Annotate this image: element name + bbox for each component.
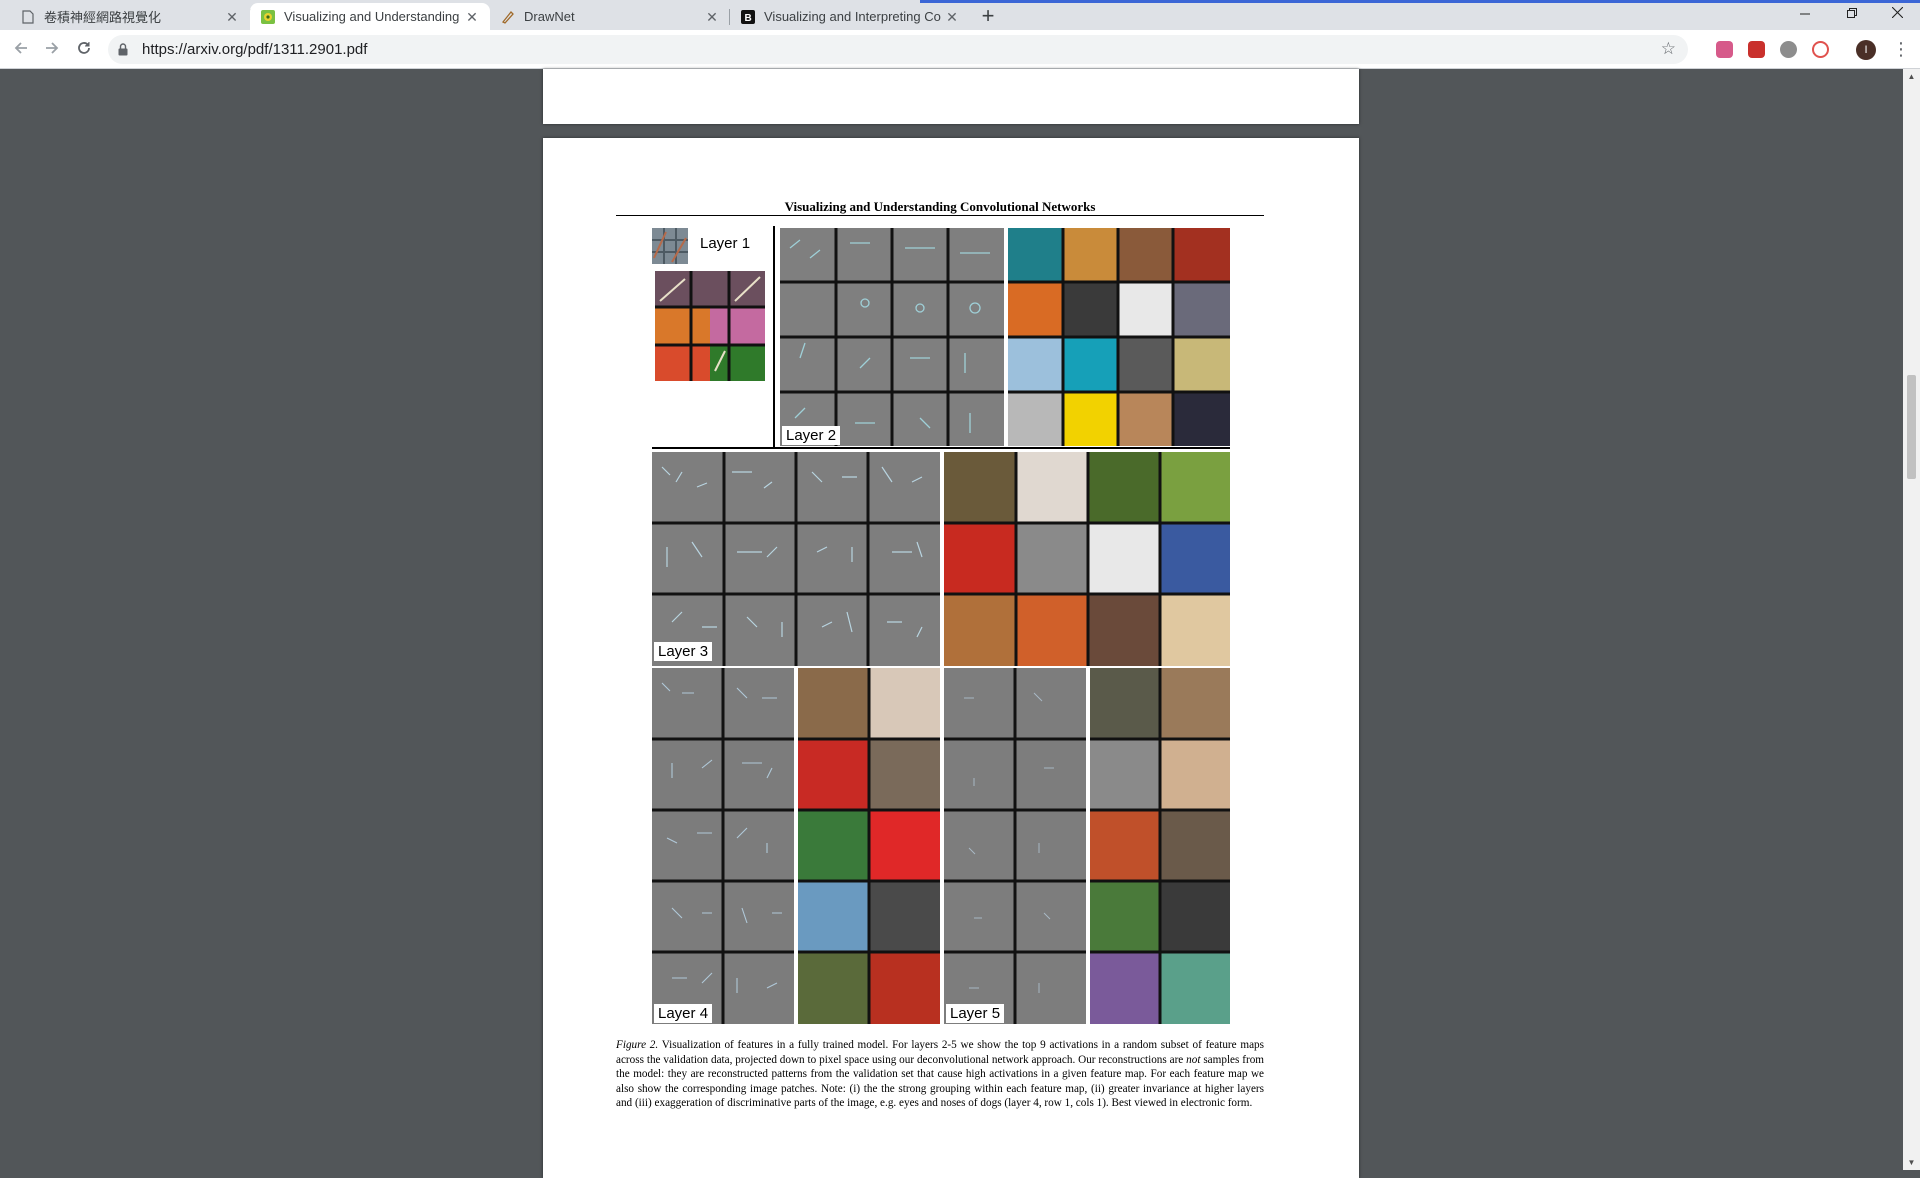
minimize-icon [1800, 13, 1810, 15]
layer2-label: Layer 2 [782, 426, 841, 445]
forward-arrow-icon [46, 42, 59, 54]
close-icon[interactable]: ✕ [224, 9, 240, 25]
caption-emphasis: not [1186, 1053, 1201, 1066]
layer5-patches [1090, 668, 1230, 1024]
reload-button[interactable] [71, 37, 97, 63]
doc-icon [20, 9, 36, 25]
url-text[interactable]: https://arxiv.org/pdf/1311.2901.pdf [142, 41, 367, 58]
forward-button[interactable] [39, 37, 65, 63]
layer3-label: Layer 3 [654, 642, 713, 661]
head-rule [616, 215, 1264, 216]
layer4-label: Layer 4 [654, 1004, 713, 1023]
extension-icon[interactable] [1812, 41, 1829, 58]
layer4-patches [798, 668, 940, 1024]
layer1-patches [655, 271, 765, 381]
profile-avatar[interactable]: I [1856, 40, 1876, 60]
tab-drawnet[interactable]: DrawNet ✕ [490, 3, 730, 30]
figure-2: Layer 1 Layer 2 Layer 3 Layer 4 Layer 5 [652, 226, 1230, 1026]
close-icon[interactable]: ✕ [944, 9, 960, 25]
drawnet-icon [500, 9, 516, 25]
scrollbar-thumb[interactable] [1907, 375, 1916, 479]
figure-divider [652, 447, 1230, 449]
tabstrip-accent [920, 0, 1920, 3]
scroll-down-icon[interactable]: ▼ [1903, 1155, 1920, 1170]
tab-title: DrawNet [524, 9, 575, 24]
layer5-reconstructions [944, 668, 1086, 1024]
address-bar[interactable]: https://arxiv.org/pdf/1311.2901.pdf ☆ [108, 35, 1688, 64]
extension-icon[interactable] [1780, 41, 1797, 58]
tab-visualizing-interpreting[interactable]: B Visualizing and Interpreting Co ✕ [730, 3, 970, 30]
browser-toolbar: https://arxiv.org/pdf/1311.2901.pdf ☆ I … [0, 30, 1920, 69]
browser-chrome: 卷積神經網路視覺化 ✕ Visualizing and Understandin… [0, 0, 1920, 69]
extension-icon[interactable] [1748, 41, 1765, 58]
back-button[interactable] [8, 37, 34, 63]
tab-title: Visualizing and Understanding [284, 9, 460, 24]
layer3-reconstructions [652, 452, 940, 666]
layer1-label: Layer 1 [696, 234, 755, 253]
close-icon[interactable]: ✕ [464, 9, 480, 25]
layer1-filter-thumb [652, 228, 688, 264]
new-tab-button[interactable]: + [975, 4, 1001, 30]
minimize-button[interactable] [1782, 0, 1828, 30]
layer3-patches [944, 452, 1230, 666]
layer2-reconstructions [780, 228, 1004, 446]
close-icon[interactable]: ✕ [704, 9, 720, 25]
scrollbar[interactable]: ▲ ▼ [1903, 69, 1920, 1170]
scroll-up-icon[interactable]: ▲ [1903, 69, 1920, 84]
tab-title: Visualizing and Interpreting Co [764, 9, 941, 24]
caption-text: Visualization of features in a fully tra… [616, 1039, 1264, 1066]
pdf-page-previous [543, 69, 1359, 124]
b-icon: B [740, 9, 756, 25]
restore-icon [1847, 8, 1857, 18]
bookmark-star-icon[interactable]: ☆ [1661, 39, 1676, 59]
figure-divider [773, 226, 775, 447]
lock-icon [118, 42, 130, 57]
figure-caption: Figure 2. Visualization of features in a… [616, 1038, 1264, 1111]
menu-dots-icon[interactable]: ⋮ [1892, 38, 1910, 62]
reload-icon [78, 42, 90, 54]
tab-cnn-visualization[interactable]: 卷積神經網路視覺化 ✕ [10, 3, 250, 30]
back-arrow-icon [14, 42, 27, 54]
arxiv-icon [260, 9, 276, 25]
layer2-patches [1008, 228, 1230, 446]
svg-text:B: B [745, 13, 752, 24]
close-window-button[interactable] [1874, 0, 1920, 30]
layer4-reconstructions [652, 668, 794, 1024]
tab-visualizing-understanding[interactable]: Visualizing and Understanding ✕ [250, 3, 490, 30]
running-head: Visualizing and Understanding Convolutio… [784, 199, 1096, 214]
tab-title: 卷積神經網路視覺化 [44, 10, 162, 25]
layer5-label: Layer 5 [946, 1004, 1005, 1023]
restore-button[interactable] [1829, 0, 1875, 30]
close-window-icon [1891, 6, 1903, 19]
caption-figure-ref: Figure 2. [616, 1039, 659, 1051]
extension-icon[interactable] [1716, 41, 1733, 58]
tab-strip: 卷積神經網路視覺化 ✕ Visualizing and Understandin… [0, 0, 1920, 30]
